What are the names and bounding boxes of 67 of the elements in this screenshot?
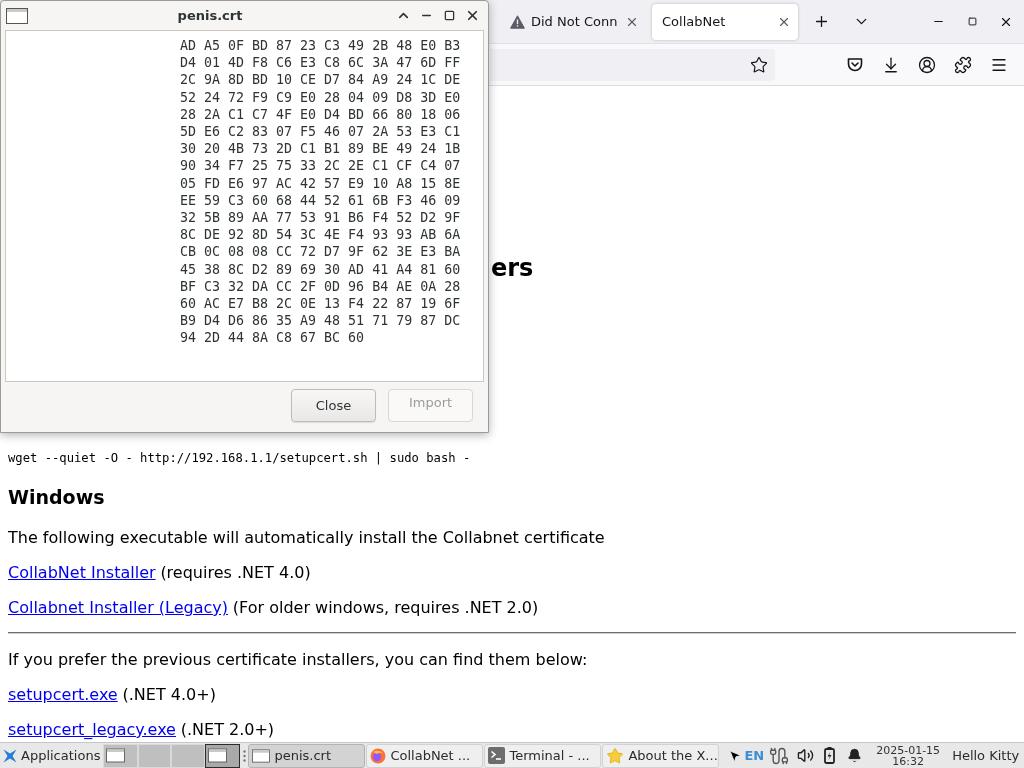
- dialog-button[interactable]: Close: [291, 389, 376, 422]
- hex-line: 52 24 72 F9 C9 E0 28 04 09 D8 3D E0: [180, 88, 462, 106]
- shield-chevron-icon[interactable]: [846, 55, 864, 74]
- paragraph: If you prefer the previous certificate installers, you can find them below:: [8, 650, 589, 669]
- notification-bell-icon[interactable]: [847, 748, 863, 763]
- close-icon[interactable]: [465, 8, 480, 23]
- hex-line: 94 2D 44 8A C8 67 BC 60: [180, 329, 366, 347]
- download-link[interactable]: setupcert_legacy.exe: [8, 720, 176, 739]
- bookmark-star-icon[interactable]: [750, 55, 768, 74]
- hex-line: 28 2A C1 C7 4F E0 D4 BD 66 80 18 06: [180, 105, 462, 123]
- maximize-icon[interactable]: [967, 17, 977, 26]
- hex-line: 30 20 4B 73 2D C1 B1 89 BE 49 24 1B: [180, 140, 462, 158]
- hex-line: B9 D4 D6 86 35 A9 48 51 71 79 87 DC: [180, 312, 462, 330]
- workspace-thumbnail[interactable]: [205, 743, 241, 768]
- battery-icon[interactable]: [824, 747, 836, 764]
- cross-logo-icon: [2, 747, 18, 764]
- puzzle-icon[interactable]: [954, 55, 972, 74]
- window-icon: [6, 7, 28, 24]
- grip-icon: [242, 749, 246, 762]
- command-line: wget --quiet -O - http://192.168.1.1/setupcert.sh | sudo bash -: [8, 451, 472, 466]
- terminal-icon: [488, 747, 506, 764]
- hex-line: 05 FD E6 97 AC 42 57 E9 10 A8 15 8E: [180, 174, 462, 192]
- hex-line: CB 0C 08 08 CC 72 D7 9F 62 3E E3 BA: [180, 243, 462, 261]
- dialog-title: penis.crt: [177, 8, 243, 23]
- maximize-icon[interactable]: [444, 10, 455, 21]
- hex-line: 45 38 8C D2 89 69 30 AD 41 A4 81 60: [180, 260, 462, 278]
- user-name[interactable]: Hello Kitty: [952, 748, 1020, 763]
- hex-line: 60 AC E7 B8 2C 0E 13 F4 22 87 19 6F: [180, 295, 462, 313]
- section-heading: Windows: [8, 485, 106, 509]
- page-heading: ers: [491, 254, 535, 282]
- star-icon: [606, 746, 625, 765]
- download-link[interactable]: setupcert.exe: [8, 685, 118, 704]
- taskbar-window-button[interactable]: penis.crt: [248, 743, 366, 768]
- browser-logo-icon: [370, 747, 387, 764]
- hex-line: D4 01 4D F8 C6 E3 C8 6C 3A 47 6D FF: [180, 54, 462, 72]
- paragraph: The following executable will automatically install the Collabnet certificate: [8, 528, 606, 547]
- download-icon[interactable]: [882, 55, 900, 74]
- applications-menu-button[interactable]: Applications: [0, 743, 102, 768]
- hex-line: 2C 9A 8D BD 10 CE D7 84 A9 24 1C DE: [180, 71, 462, 89]
- mini-window-icon: [106, 748, 126, 763]
- requirement-note: (requires .NET 4.0): [160, 563, 311, 582]
- browser-tab[interactable]: Did Not Conn: [500, 3, 646, 40]
- download-link[interactable]: Collabnet Installer (Legacy): [8, 598, 228, 617]
- requirement-note: (.NET 4.0+): [122, 685, 216, 704]
- hex-line: 90 34 F7 25 75 33 2C 2E C1 CF C4 07: [180, 157, 462, 175]
- mini-window-icon: [208, 748, 228, 763]
- warning-icon: [510, 14, 525, 29]
- requirement-note: (.NET 2.0+): [180, 720, 275, 739]
- mouse-pointer-icon: [728, 748, 743, 763]
- download-link[interactable]: CollabNet Installer: [8, 563, 156, 582]
- volume-icon[interactable]: [797, 747, 815, 764]
- hex-line: BF C3 32 DA CC 2F 0D 96 B4 AE 0A 28: [180, 277, 462, 296]
- taskbar-window-button[interactable]: About the X...: [602, 743, 720, 768]
- window-icon: [252, 748, 271, 763]
- taskbar-window-button[interactable]: Terminal - ...: [484, 743, 602, 768]
- taskbar-window-button[interactable]: CollabNet ...: [366, 743, 484, 768]
- hex-line: EE 59 C3 60 68 44 52 61 6B F3 46 09: [180, 191, 462, 210]
- clock-date: 2025-01-15: [876, 744, 941, 756]
- browser-tab[interactable]: CollabNet: [652, 3, 798, 40]
- cable-icon[interactable]: [769, 745, 790, 766]
- account-icon[interactable]: [918, 55, 936, 74]
- requirement-note: (For older windows, requires .NET 2.0): [232, 598, 539, 617]
- hex-line: 5D E6 C2 83 07 F5 46 07 2A 53 E3 C1: [180, 123, 462, 141]
- hex-line: AD A5 0F BD 87 23 C3 49 2B 48 E0 B3: [180, 37, 462, 55]
- clock-time: 16:32: [892, 755, 924, 767]
- hex-line: 32 5B 89 AA 77 53 91 B6 F4 52 D2 9F: [180, 209, 462, 227]
- hex-line: 8C DE 92 8D 54 3C 4E F4 93 93 AB 6A: [180, 226, 462, 244]
